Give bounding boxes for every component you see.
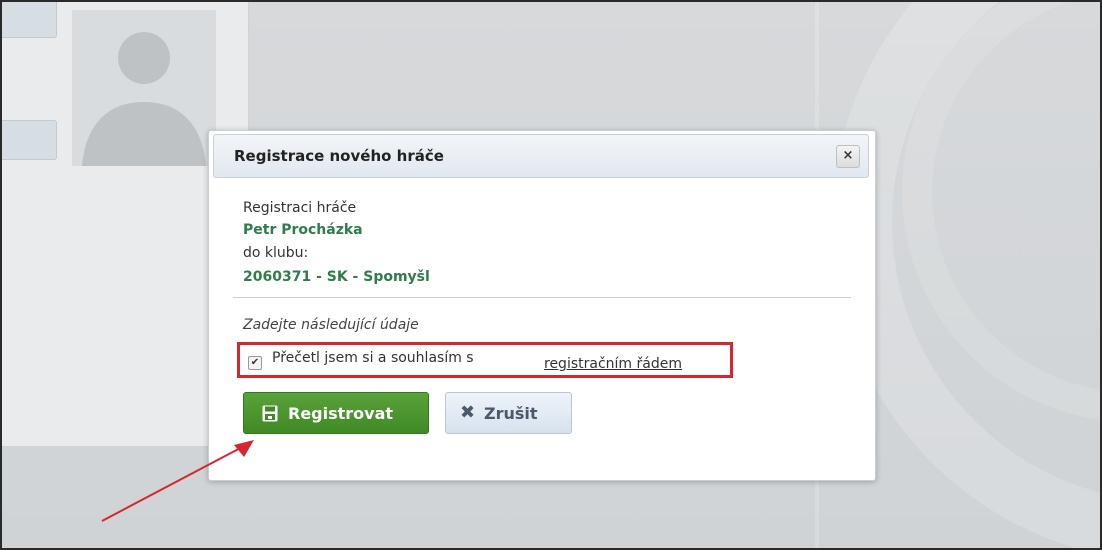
close-icon: × xyxy=(842,148,854,163)
dialog-header: Registrace nového hráče × xyxy=(213,134,869,178)
divider xyxy=(233,297,851,298)
register-label: Registrovat xyxy=(288,404,394,423)
intro-label: Registraci hráče xyxy=(243,200,357,216)
screenshot-frame: Registrace nového hráče × Registraci hrá… xyxy=(0,0,1102,550)
panel-tab-middle[interactable] xyxy=(2,120,57,160)
agreement-highlight-box: ✔ Přečetl jsem si a souhlasím s registra… xyxy=(237,342,733,378)
panel-tab-top[interactable] xyxy=(2,2,57,38)
annotation-arrow-icon xyxy=(101,440,254,522)
cancel-label: Zrušit xyxy=(484,404,538,423)
agree-checkbox[interactable]: ✔ xyxy=(248,356,262,370)
registration-dialog: Registrace nového hráče × Registraci hrá… xyxy=(208,130,876,481)
register-button[interactable]: Registrovat xyxy=(243,392,429,434)
registration-rules-link[interactable]: registračním řádem xyxy=(544,356,682,372)
avatar-silhouette-icon xyxy=(82,32,206,166)
cancel-button[interactable]: ✖ Zrušit xyxy=(445,392,572,434)
club-value: 2060371 - SK - Spomyšl xyxy=(243,269,430,285)
club-label: do klubu: xyxy=(243,245,309,261)
close-button[interactable]: × xyxy=(836,145,860,168)
instructions-text: Zadejte následující údaje xyxy=(243,317,419,333)
close-icon: ✖ xyxy=(460,402,476,423)
agree-text: Přečetl jsem si a souhlasím s xyxy=(272,350,474,366)
save-icon xyxy=(262,405,278,422)
avatar xyxy=(72,10,216,166)
dialog-title: Registrace nového hráče xyxy=(234,147,444,165)
player-name: Petr Procházka xyxy=(243,222,363,238)
